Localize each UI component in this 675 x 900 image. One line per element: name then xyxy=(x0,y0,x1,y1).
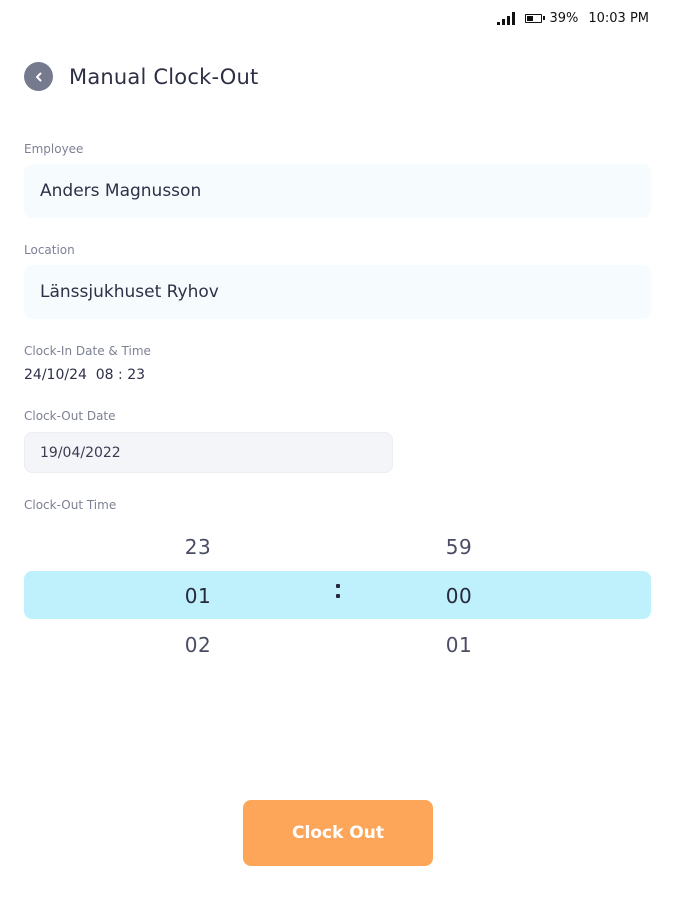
clock-out-date-value: 19/04/2022 xyxy=(40,444,121,461)
status-time: 10:03 PM xyxy=(588,10,649,26)
minute-option-next[interactable]: 01 xyxy=(429,633,489,657)
battery-status: 39% xyxy=(525,11,578,26)
hour-option-next[interactable]: 02 xyxy=(168,633,228,657)
clock-in-value: 24/10/24 08 : 23 xyxy=(24,367,146,383)
location-field[interactable]: Länssjukhuset Ryhov xyxy=(24,265,651,319)
hour-option-prev[interactable]: 23 xyxy=(168,535,228,559)
minute-option-selected[interactable]: 00 xyxy=(429,584,489,608)
chevron-left-icon xyxy=(35,72,41,81)
location-label: Location xyxy=(24,243,75,257)
battery-percentage: 39% xyxy=(549,10,579,26)
clock-out-date-field[interactable]: 19/04/2022 xyxy=(24,432,393,473)
page-title: Manual Clock-Out xyxy=(69,64,259,89)
status-bar: 39% 10:03 PM xyxy=(497,0,675,36)
time-separator xyxy=(333,584,343,598)
employee-value: Anders Magnusson xyxy=(40,181,202,201)
back-button[interactable] xyxy=(24,62,53,91)
minute-option-prev[interactable]: 59 xyxy=(429,535,489,559)
clock-in-label: Clock-In Date & Time xyxy=(24,344,151,358)
location-value: Länssjukhuset Ryhov xyxy=(40,282,219,302)
battery-icon xyxy=(525,13,546,23)
header: Manual Clock-Out xyxy=(24,62,258,91)
clock-out-date-label: Clock-Out Date xyxy=(24,409,116,423)
employee-field[interactable]: Anders Magnusson xyxy=(24,164,651,218)
signal-icon xyxy=(497,11,516,25)
manual-clock-out-screen: 39% 10:03 PM Manual Clock-Out Employee A… xyxy=(0,0,675,900)
hour-option-selected[interactable]: 01 xyxy=(168,584,228,608)
employee-label: Employee xyxy=(24,142,84,156)
clock-out-time-label: Clock-Out Time xyxy=(24,498,117,512)
clock-out-button[interactable]: Clock Out xyxy=(243,800,433,866)
